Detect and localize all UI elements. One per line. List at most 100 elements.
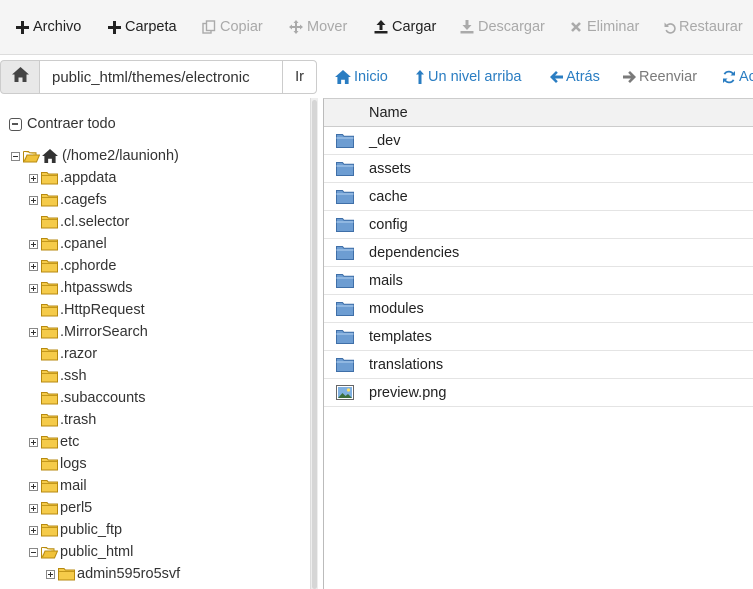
tree-item-label: public_html bbox=[60, 544, 134, 560]
tree-item[interactable]: logs bbox=[29, 453, 87, 475]
file-name: preview.png bbox=[369, 385, 447, 401]
refresh-icon bbox=[722, 69, 736, 85]
collapse-toggle-icon[interactable] bbox=[29, 547, 38, 557]
tree-item[interactable]: .trash bbox=[29, 409, 96, 431]
download-button[interactable]: Descargar bbox=[459, 17, 545, 37]
tree-item-label: .subaccounts bbox=[60, 390, 146, 406]
tree-item[interactable]: admin595ro5svf bbox=[46, 563, 180, 585]
tree-item[interactable]: .razor bbox=[29, 343, 97, 365]
tree-item[interactable]: .cl.selector bbox=[29, 211, 129, 233]
folder-icon bbox=[41, 458, 58, 471]
folder-icon bbox=[336, 302, 354, 316]
file-row[interactable]: config bbox=[324, 211, 753, 239]
tree-item-label: .cpanel bbox=[60, 236, 107, 252]
file-row[interactable]: _dev bbox=[324, 127, 753, 155]
tree-root[interactable]: (/home2/launionh) bbox=[11, 145, 179, 167]
folder-tree: Contraer todo (/home2/launionh) .appdata… bbox=[0, 98, 308, 589]
tree-item[interactable]: etc bbox=[29, 431, 79, 453]
expand-toggle-icon[interactable] bbox=[46, 569, 55, 579]
file-row[interactable]: cache bbox=[324, 183, 753, 211]
scrollbar-thumb[interactable] bbox=[312, 100, 317, 589]
tree-item[interactable]: .cagefs bbox=[29, 189, 107, 211]
home-link-label: Inicio bbox=[354, 69, 388, 85]
tree-item-label: .razor bbox=[60, 346, 98, 362]
expand-toggle-icon[interactable] bbox=[29, 525, 38, 535]
reload-link[interactable]: Ac bbox=[722, 68, 753, 86]
file-name: assets bbox=[369, 161, 411, 177]
tree-item[interactable]: perl5 bbox=[29, 497, 92, 519]
home-icon bbox=[42, 149, 58, 163]
expand-toggle-icon[interactable] bbox=[29, 173, 38, 183]
forward-link[interactable]: Reenviar bbox=[623, 68, 697, 86]
up-one-level-link[interactable]: Un nivel arriba bbox=[415, 68, 522, 86]
home-button[interactable] bbox=[0, 60, 40, 94]
folder-icon bbox=[41, 414, 58, 427]
folder-icon bbox=[41, 436, 58, 449]
delete-button[interactable]: Eliminar bbox=[568, 17, 639, 37]
tree-item[interactable]: .cpanel bbox=[29, 233, 107, 255]
file-name: _dev bbox=[369, 133, 401, 149]
tree-item[interactable]: .appdata bbox=[29, 167, 116, 189]
expand-toggle-icon[interactable] bbox=[29, 503, 38, 513]
copy-label: Copiar bbox=[220, 19, 263, 35]
move-button[interactable]: Mover bbox=[288, 17, 347, 37]
level-up-icon bbox=[415, 69, 425, 85]
go-button[interactable]: Ir bbox=[282, 60, 317, 94]
upload-button[interactable]: Cargar bbox=[373, 17, 436, 37]
undo-icon bbox=[664, 19, 677, 35]
file-row[interactable]: translations bbox=[324, 351, 753, 379]
file-row[interactable]: templates bbox=[324, 323, 753, 351]
file-row[interactable]: modules bbox=[324, 295, 753, 323]
expand-toggle-icon[interactable] bbox=[29, 261, 38, 271]
move-label: Mover bbox=[307, 19, 348, 35]
back-link[interactable]: Atrás bbox=[550, 68, 600, 86]
tree-item-label: .cphorde bbox=[60, 258, 117, 274]
pane-splitter-scrollbar[interactable] bbox=[310, 98, 318, 589]
forward-label: Reenviar bbox=[639, 69, 698, 85]
collapse-all-button[interactable]: Contraer todo bbox=[9, 116, 116, 132]
tree-item[interactable]: .cphorde bbox=[29, 255, 116, 277]
tree-item[interactable]: public_ftp bbox=[29, 519, 122, 541]
path-input[interactable] bbox=[39, 60, 283, 94]
expand-toggle-icon[interactable] bbox=[29, 239, 38, 249]
folder-icon bbox=[336, 246, 354, 260]
tree-item-label: admin595ro5svf bbox=[77, 566, 181, 582]
tree-item-label: .trash bbox=[60, 412, 97, 428]
new-folder-button[interactable]: Carpeta bbox=[106, 17, 177, 37]
expand-toggle-icon[interactable] bbox=[29, 327, 38, 337]
tree-item[interactable]: .subaccounts bbox=[29, 387, 145, 409]
new-file-label: Archivo bbox=[33, 19, 82, 35]
expand-toggle-icon[interactable] bbox=[29, 283, 38, 293]
collapse-toggle-icon[interactable] bbox=[11, 151, 20, 161]
tree-item[interactable]: .htpasswds bbox=[29, 277, 133, 299]
folder-open-icon bbox=[41, 547, 58, 559]
expand-toggle-icon[interactable] bbox=[29, 481, 38, 491]
folder-icon bbox=[336, 190, 354, 204]
plus-icon bbox=[14, 19, 30, 35]
new-file-button[interactable]: Archivo bbox=[14, 17, 81, 37]
back-label: Atrás bbox=[566, 69, 600, 85]
restore-button[interactable]: Restaurar bbox=[664, 17, 743, 37]
file-name: translations bbox=[369, 357, 444, 373]
file-row[interactable]: preview.png bbox=[324, 379, 753, 407]
expand-toggle-icon[interactable] bbox=[29, 195, 38, 205]
home-link[interactable]: Inicio bbox=[335, 68, 388, 86]
tree-item[interactable]: public_html bbox=[29, 541, 133, 563]
reload-label: Ac bbox=[739, 69, 753, 85]
move-icon bbox=[288, 19, 304, 35]
expand-toggle-icon[interactable] bbox=[29, 437, 38, 447]
upload-label: Cargar bbox=[392, 19, 437, 35]
column-header-name[interactable]: Name bbox=[324, 99, 753, 127]
copy-button[interactable]: Copiar bbox=[201, 17, 263, 37]
file-row[interactable]: dependencies bbox=[324, 239, 753, 267]
file-row[interactable]: mails bbox=[324, 267, 753, 295]
tree-item[interactable]: mail bbox=[29, 475, 87, 497]
tree-item[interactable]: .HttpRequest bbox=[29, 299, 145, 321]
folder-icon bbox=[41, 480, 58, 493]
tree-item[interactable]: .MirrorSearch bbox=[29, 321, 148, 343]
folder-icon bbox=[41, 282, 58, 295]
tree-item[interactable]: .ssh bbox=[29, 365, 87, 387]
file-row[interactable]: assets bbox=[324, 155, 753, 183]
